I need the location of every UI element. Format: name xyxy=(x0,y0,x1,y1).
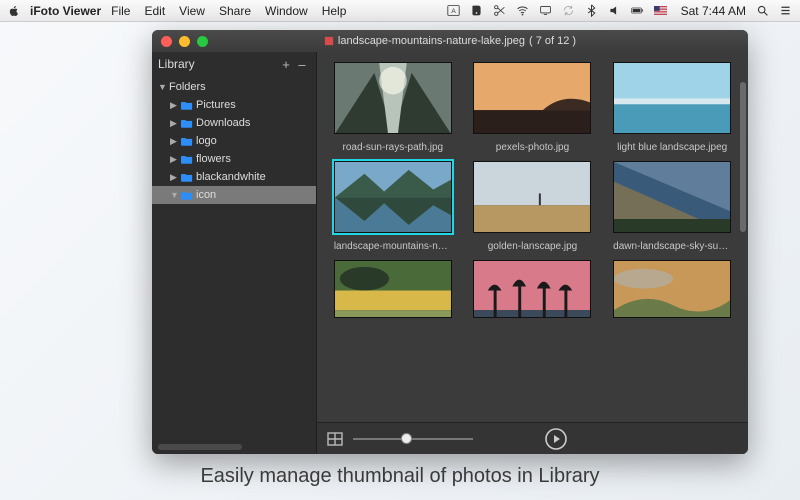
title-filename: landscape-mountains-nature-lake.jpeg xyxy=(338,35,525,47)
sync-icon[interactable] xyxy=(562,4,575,17)
folder-label: blackandwhite xyxy=(196,171,266,183)
thumbnail-item[interactable]: pexels-photo.jpg xyxy=(473,62,593,153)
wifi-icon[interactable] xyxy=(516,4,529,17)
disclosure-triangle-icon[interactable]: ▼ xyxy=(170,190,178,200)
thumbnail-caption: pexels-photo.jpg xyxy=(496,142,569,153)
display-icon[interactable] xyxy=(539,4,552,17)
window-title: landscape-mountains-nature-lake.jpeg ( 7… xyxy=(152,35,748,47)
tree-root-label: Folders xyxy=(169,81,206,93)
disclosure-triangle-icon[interactable]: ▶ xyxy=(170,154,178,165)
disclosure-triangle-icon[interactable]: ▼ xyxy=(158,82,166,92)
folder-icon xyxy=(181,172,193,182)
promo-caption: Easily manage thumbnail of photos in Lib… xyxy=(0,465,800,488)
thumbnail-item[interactable]: road-sun-rays-path.jpg xyxy=(333,62,453,153)
vertical-scrollbar[interactable] xyxy=(740,72,746,312)
evernote-icon[interactable] xyxy=(470,4,483,17)
folder-item-logo[interactable]: ▶ logo xyxy=(152,132,316,150)
sidebar-title: Library xyxy=(158,57,278,71)
svg-text:A: A xyxy=(451,8,456,15)
folder-item-pictures[interactable]: ▶ Pictures xyxy=(152,96,316,114)
folder-item-blackandwhite[interactable]: ▶ blackandwhite xyxy=(152,168,316,186)
folder-label: flowers xyxy=(196,153,231,165)
menu-edit[interactable]: Edit xyxy=(144,4,165,18)
grid-view-icon[interactable] xyxy=(327,432,343,446)
add-folder-button[interactable]: + xyxy=(278,57,294,72)
folder-tree: ▼ Folders ▶ Pictures ▶ Downloads ▶ logo xyxy=(152,76,316,444)
menu-view[interactable]: View xyxy=(179,4,205,18)
folder-icon xyxy=(181,136,193,146)
thumbnail-item[interactable] xyxy=(473,260,593,318)
folder-label: Downloads xyxy=(196,117,250,129)
macos-menubar: iFoto Viewer File Edit View Share Window… xyxy=(0,0,800,22)
apple-menu-icon[interactable] xyxy=(8,5,20,17)
thumbnail-caption: golden-lanscape.jpg xyxy=(488,241,578,252)
thumbnail-grid-area: road-sun-rays-path.jpg pexels-photo.jpg … xyxy=(317,52,748,454)
folder-icon xyxy=(181,190,193,200)
title-counter: ( 7 of 12 ) xyxy=(529,35,576,47)
folder-label: icon xyxy=(196,189,216,201)
adobe-icon[interactable]: A xyxy=(447,4,460,17)
app-window: landscape-mountains-nature-lake.jpeg ( 7… xyxy=(152,30,748,454)
thumbnail-caption: dawn-landscape-sky-suns... xyxy=(613,241,731,252)
disclosure-triangle-icon[interactable]: ▶ xyxy=(170,172,178,183)
tree-root-folders[interactable]: ▼ Folders xyxy=(152,78,316,96)
menu-file[interactable]: File xyxy=(111,4,130,18)
menubar-clock[interactable]: Sat 7:44 AM xyxy=(681,4,746,18)
folder-icon xyxy=(181,118,193,128)
thumbnail-item[interactable]: golden-lanscape.jpg xyxy=(473,161,593,252)
thumbnail-item[interactable]: dawn-landscape-sky-suns... xyxy=(612,161,732,252)
folder-item-downloads[interactable]: ▶ Downloads xyxy=(152,114,316,132)
thumbnail-item[interactable]: landscape-mountains-nat... xyxy=(333,161,453,252)
folder-icon xyxy=(181,154,193,164)
bottom-toolbar xyxy=(317,422,748,454)
thumbnail-item[interactable] xyxy=(612,260,732,318)
disclosure-triangle-icon[interactable]: ▶ xyxy=(170,118,178,129)
folder-label: Pictures xyxy=(196,99,236,111)
scissors-icon[interactable] xyxy=(493,4,506,17)
thumbnail-caption: landscape-mountains-nat... xyxy=(334,241,452,252)
app-name[interactable]: iFoto Viewer xyxy=(30,4,101,18)
menubar-status-icons: A Sat 7:44 AM xyxy=(447,4,792,18)
menu-window[interactable]: Window xyxy=(265,4,308,18)
thumbnail-item[interactable]: light blue landscape.jpeg xyxy=(612,62,732,153)
thumbnail-size-slider[interactable] xyxy=(353,432,473,446)
slideshow-play-button[interactable] xyxy=(544,427,568,451)
titlebar[interactable]: landscape-mountains-nature-lake.jpeg ( 7… xyxy=(152,30,748,52)
filetype-icon xyxy=(324,36,334,46)
volume-icon[interactable] xyxy=(608,4,621,17)
input-flag-icon[interactable] xyxy=(654,4,667,17)
menu-share[interactable]: Share xyxy=(219,4,251,18)
disclosure-triangle-icon[interactable]: ▶ xyxy=(170,136,178,147)
folder-item-icon[interactable]: ▼ icon xyxy=(152,186,316,204)
remove-folder-button[interactable]: – xyxy=(294,57,310,72)
notification-center-icon[interactable] xyxy=(779,4,792,17)
thumbnail-caption: road-sun-rays-path.jpg xyxy=(343,142,444,153)
folder-item-flowers[interactable]: ▶ flowers xyxy=(152,150,316,168)
battery-icon[interactable] xyxy=(631,4,644,17)
bluetooth-icon[interactable] xyxy=(585,4,598,17)
sidebar: Library + – ▼ Folders ▶ Pictures ▶ Downl… xyxy=(152,52,317,454)
spotlight-icon[interactable] xyxy=(756,4,769,17)
thumbnail-item[interactable] xyxy=(333,260,453,318)
menu-help[interactable]: Help xyxy=(322,4,347,18)
thumbnail-caption: light blue landscape.jpeg xyxy=(617,142,727,153)
disclosure-triangle-icon[interactable]: ▶ xyxy=(170,100,178,111)
sidebar-hscroll[interactable] xyxy=(152,444,316,454)
sidebar-header: Library + – xyxy=(152,52,316,76)
folder-label: logo xyxy=(196,135,217,147)
folder-icon xyxy=(181,100,193,110)
